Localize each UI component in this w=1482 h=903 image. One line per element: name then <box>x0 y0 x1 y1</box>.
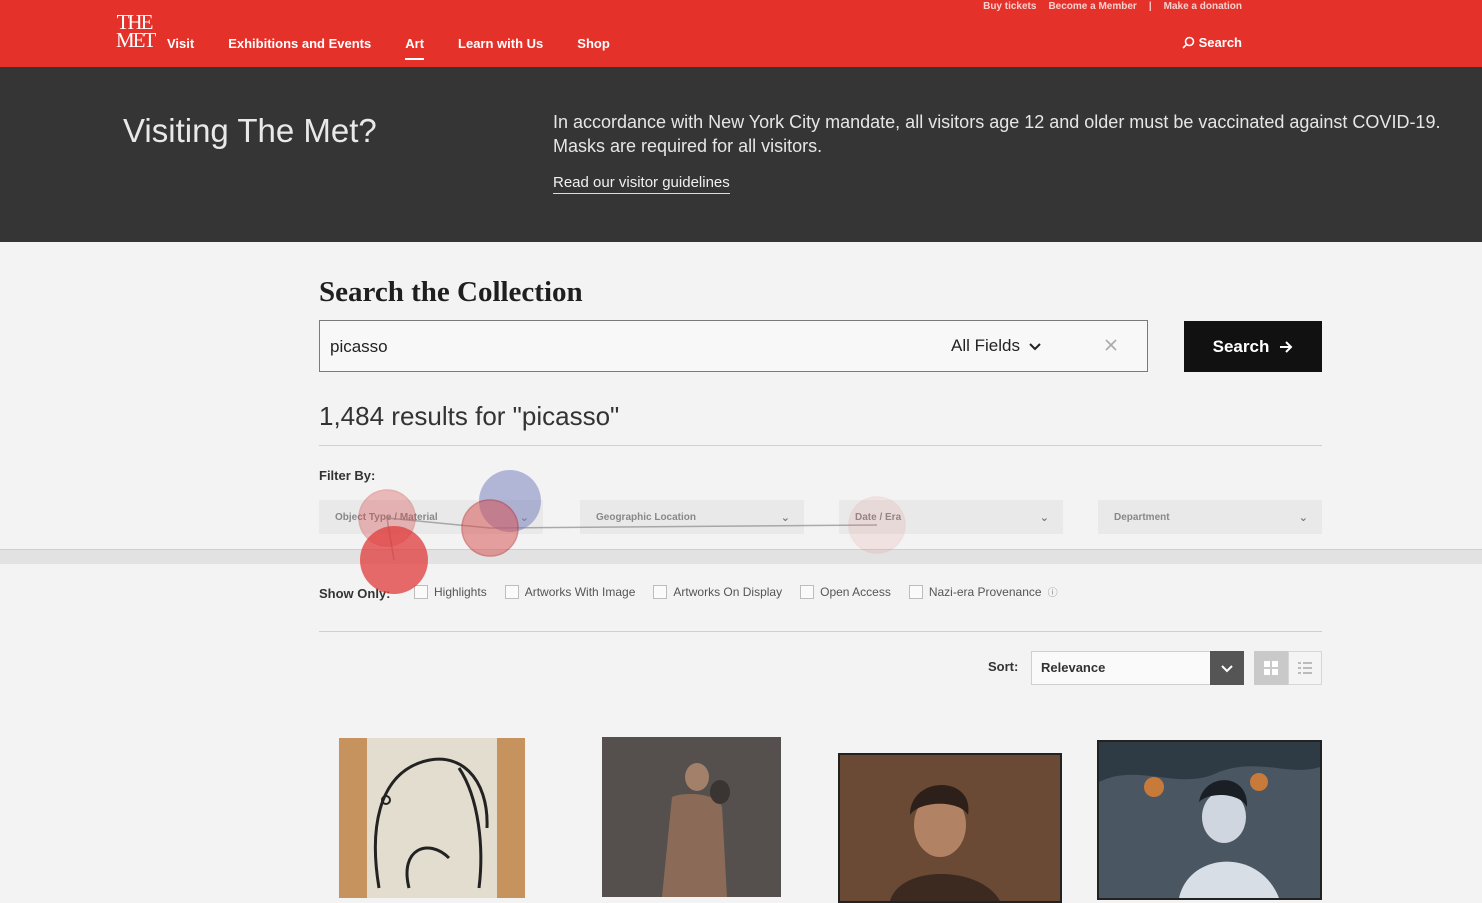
nav-art[interactable]: Art <box>405 36 424 60</box>
banner-title: Visiting The Met? <box>123 112 377 149</box>
chevron-down-icon <box>1221 664 1233 672</box>
clear-search-button[interactable] <box>1104 335 1118 358</box>
checkbox-on-display[interactable]: Artworks On Display <box>653 584 782 599</box>
list-icon <box>1298 662 1312 674</box>
artwork-image <box>1099 742 1320 898</box>
utility-links: Buy tickets Become a Member | Make a don… <box>983 1 1242 12</box>
grid-icon <box>1264 661 1278 675</box>
met-logo[interactable]: THE MET <box>116 12 156 53</box>
checkbox-box[interactable] <box>504 584 519 599</box>
artwork-thumbnail[interactable] <box>838 753 1062 903</box>
visitor-banner: Visiting The Met? In accordance with New… <box>0 67 1482 242</box>
top-nav: Buy tickets Become a Member | Make a don… <box>0 0 1482 67</box>
search-box: All Fields <box>319 320 1148 372</box>
show-only-options: Highlights Artworks With Image Artworks … <box>414 584 1058 599</box>
filter-object-type[interactable]: Object Type / Material ⌄ <box>319 500 543 534</box>
artwork-thumbnail[interactable] <box>339 738 525 898</box>
sort-select[interactable]: Relevance <box>1031 651 1244 685</box>
results-count: 1,484 results for "picasso" <box>319 401 620 431</box>
filter-department[interactable]: Department ⌄ <box>1098 500 1322 534</box>
artwork-image <box>367 738 497 898</box>
banner-line-2: Masks are required for all visitors. <box>553 136 823 156</box>
chevron-down-icon: ⌄ <box>519 511 529 524</box>
artwork-thumbnail[interactable] <box>602 737 781 897</box>
checkbox-label: Open Access <box>820 584 891 599</box>
checkbox-highlights[interactable]: Highlights <box>414 584 487 599</box>
checkbox-box[interactable] <box>908 584 923 599</box>
buy-tickets-link[interactable]: Buy tickets <box>983 1 1036 12</box>
filter-label: Filter By: <box>319 468 376 483</box>
close-icon <box>1105 339 1117 351</box>
filter-department-label: Department <box>1114 511 1170 523</box>
sort-value: Relevance <box>1041 660 1106 675</box>
logo-line-2: MET <box>116 28 156 52</box>
nav-shop[interactable]: Shop <box>577 36 610 51</box>
sticky-band <box>0 549 1482 564</box>
arrow-right-icon <box>1280 340 1293 353</box>
nav-search-label: Search <box>1198 35 1242 50</box>
filter-date-era[interactable]: Date / Era ⌄ <box>839 500 1063 534</box>
checkbox-nazi-era-provenance[interactable]: Nazi-era Provenance ⓘ <box>908 584 1058 599</box>
list-view-button[interactable] <box>1288 651 1322 685</box>
nav-visit[interactable]: Visit <box>167 36 194 51</box>
chevron-down-icon <box>1029 342 1041 350</box>
grid-view-button[interactable] <box>1254 651 1288 685</box>
chevron-down-icon: ⌄ <box>1039 511 1049 524</box>
divider <box>319 445 1322 446</box>
make-donation-link[interactable]: Make a donation <box>1164 1 1242 12</box>
checkbox-with-image[interactable]: Artworks With Image <box>504 584 636 599</box>
main-nav: Visit Exhibitions and Events Art Learn w… <box>167 36 610 60</box>
checkbox-label: Artworks On Display <box>673 584 783 599</box>
search-icon <box>1182 36 1194 49</box>
checkbox-label: Highlights <box>434 584 487 599</box>
checkbox-label: Nazi-era Provenance <box>928 584 1042 599</box>
filter-geo-label: Geographic Location <box>596 511 697 523</box>
search-button-label: Search <box>1212 336 1270 356</box>
filter-date-label: Date / Era <box>855 511 902 523</box>
chevron-down-icon: ⌄ <box>780 511 790 524</box>
banner-message: In accordance with New York City mandate… <box>553 110 1482 158</box>
sort-dropdown-toggle[interactable] <box>1210 651 1244 685</box>
search-field-value: All Fields <box>951 336 1020 355</box>
divider <box>319 631 1322 632</box>
nav-exhibitions[interactable]: Exhibitions and Events <box>228 36 371 51</box>
artwork-image <box>602 737 781 897</box>
checkbox-label: Artworks With Image <box>524 584 636 599</box>
search-field-select[interactable]: All Fields <box>951 336 1042 356</box>
show-only-label: Show Only: <box>319 586 391 601</box>
become-member-link[interactable]: Become a Member <box>1048 1 1136 12</box>
info-icon[interactable]: ⓘ <box>1048 584 1058 599</box>
search-title: Search the Collection <box>319 276 583 308</box>
sort-label: Sort: <box>988 659 1019 674</box>
checkbox-box[interactable] <box>414 584 428 599</box>
artwork-image <box>840 755 1060 901</box>
filter-object-type-label: Object Type / Material <box>335 511 438 523</box>
nav-learn[interactable]: Learn with Us <box>458 36 543 51</box>
nav-search-button[interactable]: Search <box>1182 35 1242 50</box>
visitor-guidelines-link[interactable]: Read our visitor guidelines <box>553 174 730 194</box>
checkbox-open-access[interactable]: Open Access <box>800 584 891 599</box>
artwork-thumbnail[interactable] <box>1097 740 1322 900</box>
checkbox-box[interactable] <box>800 584 815 599</box>
banner-line-1: In accordance with New York City mandate… <box>553 112 1441 132</box>
chevron-down-icon: ⌄ <box>1298 511 1308 524</box>
filter-geographic-location[interactable]: Geographic Location ⌄ <box>580 500 804 534</box>
search-input[interactable] <box>328 333 912 361</box>
utility-separator: | <box>1148 1 1152 12</box>
search-submit-button[interactable]: Search <box>1184 321 1322 372</box>
checkbox-box[interactable] <box>653 584 668 599</box>
